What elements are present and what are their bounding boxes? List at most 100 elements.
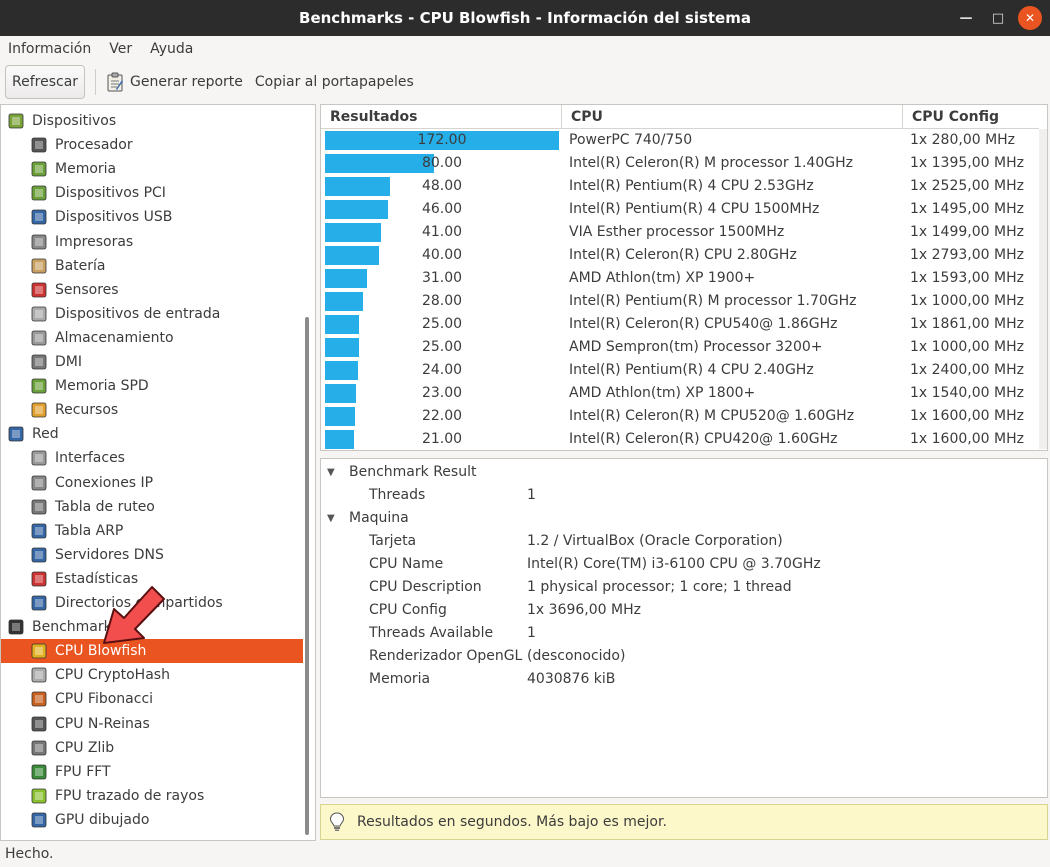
close-icon[interactable]: ✕ (1018, 6, 1042, 30)
statusbar: Hecho. (0, 841, 1050, 867)
maximize-icon[interactable]: □ (986, 6, 1010, 30)
dns-icon (29, 545, 49, 565)
sidebar-item-gpu-dibujado[interactable]: GPU dibujado (1, 808, 303, 832)
window-titlebar: Benchmarks - CPU Blowfish - Información … (0, 0, 1050, 36)
expander-icon[interactable]: ▼ (327, 461, 335, 484)
sidebar-item-tabla-arp[interactable]: Tabla ARP (1, 519, 303, 543)
table-row[interactable]: 25.00 AMD Sempron(tm) Processor 3200+ 1x 1… (321, 336, 1039, 359)
thermometer-icon (29, 280, 49, 300)
result-cpu: Intel(R) Celeron(R) M processor 1.40GHz (569, 155, 853, 171)
details-key: Threads (369, 487, 426, 503)
sidebar-item-recursos[interactable]: Recursos (1, 398, 303, 422)
sidebar-item-cpu-fibonacci[interactable]: CPU Fibonacci (1, 687, 303, 711)
expander-icon[interactable]: ▼ (327, 507, 335, 530)
details-row: Threads 1 (321, 484, 1021, 507)
details-key: CPU Config (369, 602, 447, 618)
result-value: 80.00 (421, 155, 463, 171)
copy-clipboard-label: Copiar al portapapeles (254, 74, 414, 90)
table-row[interactable]: 172.00 PowerPC 740/750 1x 280,00 MHz (321, 129, 1039, 152)
result-value: 31.00 (421, 270, 463, 286)
menu-ver[interactable]: Ver (109, 41, 132, 57)
details-row: Threads Available 1 (321, 622, 1021, 645)
generate-report-button[interactable]: Generar reporte (106, 72, 243, 92)
result-cpu: AMD Athlon(tm) XP 1800+ (569, 385, 756, 401)
menu-ayuda[interactable]: Ayuda (150, 41, 193, 57)
sidebar-item-fpu-fft[interactable]: FPU FFT (1, 760, 303, 784)
table-row[interactable]: 31.00 AMD Athlon(tm) XP 1900+ 1x 1593,00 M… (321, 267, 1039, 290)
sidebar-item-label: Servidores DNS (55, 546, 164, 563)
sidebar-item-impresoras[interactable]: Impresoras (1, 230, 303, 254)
result-cpu-config: 1x 1540,00 MHz (910, 385, 1024, 401)
copy-clipboard-button[interactable]: Copiar al portapapeles (255, 74, 414, 90)
sidebar-item-memoria-spd[interactable]: Memoria SPD (1, 374, 303, 398)
sidebar-item-interfaces[interactable]: Interfaces (1, 446, 303, 470)
result-cpu: AMD Sempron(tm) Processor 3200+ (569, 339, 823, 355)
table-row[interactable]: 46.00 Intel(R) Pentium(R) 4 CPU 1500MHz 1x… (321, 198, 1039, 221)
sidebar-item-sensores[interactable]: Sensores (1, 278, 303, 302)
result-cpu: Intel(R) Celeron(R) CPU420@ 1.60GHz (569, 431, 838, 447)
sidebar-item-label: CPU Zlib (55, 739, 115, 756)
table-row[interactable]: 41.00 VIA Esther processor 1500MHz 1x 1499… (321, 221, 1039, 244)
report-clipboard-icon (107, 72, 124, 92)
sidebar-item-cpu-cryptohash[interactable]: CPU CryptoHash (1, 663, 303, 687)
details-section-header[interactable]: ▼ Maquina (321, 507, 1021, 530)
sidebar-item-fpu-trazado-de-rayos[interactable]: FPU trazado de rayos (1, 784, 303, 808)
sidebar-item-memoria[interactable]: Memoria (1, 157, 303, 181)
sidebar-tree[interactable]: Dispositivos Procesador Memoria Dispositivo… (0, 104, 316, 841)
sidebar-item-bater-a[interactable]: Batería (1, 254, 303, 278)
results-scrollbar[interactable] (1039, 129, 1047, 449)
info-message: Resultados en segundos. Más bajo es mejo… (357, 814, 667, 830)
network-icon (6, 424, 26, 444)
column-header-cpu-config[interactable]: CPU Config (903, 105, 1039, 129)
sidebar-item-procesador[interactable]: Procesador (1, 133, 303, 157)
result-cpu-config: 1x 1499,00 MHz (910, 224, 1024, 240)
result-cpu-config: 1x 1000,00 MHz (910, 339, 1024, 355)
resources-icon (29, 400, 49, 420)
sidebar-item-tabla-de-ruteo[interactable]: Tabla de ruteo (1, 495, 303, 519)
sidebar-item-conexiones-ip[interactable]: Conexiones IP (1, 471, 303, 495)
details-value: 1x 3696,00 MHz (527, 602, 641, 618)
sidebar-item-label: Almacenamiento (55, 329, 174, 346)
sidebar-item-dispositivos-de-entrada[interactable]: Dispositivos de entrada (1, 302, 303, 326)
result-cpu-config: 1x 2793,00 MHz (910, 247, 1024, 263)
table-row[interactable]: 28.00 Intel(R) Pentium(R) M processor 1.7… (321, 290, 1039, 313)
column-header-results[interactable]: Resultados (321, 105, 562, 129)
sidebar-item-servidores-dns[interactable]: Servidores DNS (1, 543, 303, 567)
refresh-button[interactable]: Refrescar (5, 65, 86, 99)
column-header-cpu[interactable]: CPU (562, 105, 903, 129)
details-section-header[interactable]: ▼ Benchmark Result (321, 461, 1021, 484)
table-row[interactable]: 48.00 Intel(R) Pentium(R) 4 CPU 2.53GHz 1x… (321, 175, 1039, 198)
processor-icon (29, 135, 49, 155)
details-value: 1 (527, 625, 536, 641)
sidebar-item-dispositivos[interactable]: Dispositivos (1, 109, 303, 133)
sidebar-item-cpu-zlib[interactable]: CPU Zlib (1, 736, 303, 760)
sidebar-item-label: Sensores (55, 281, 119, 298)
table-row[interactable]: 24.00 Intel(R) Pentium(R) 4 CPU 2.40GHz 1x… (321, 359, 1039, 382)
sidebar-item-dispositivos-usb[interactable]: Dispositivos USB (1, 205, 303, 229)
minimize-icon[interactable]: — (954, 6, 978, 30)
result-value: 22.00 (421, 408, 463, 424)
sidebar-item-almacenamiento[interactable]: Almacenamiento (1, 326, 303, 350)
result-cpu-config: 1x 2525,00 MHz (910, 178, 1024, 194)
sidebar-item-label: CPU CryptoHash (55, 667, 170, 684)
table-row[interactable]: 23.00 AMD Athlon(tm) XP 1800+ 1x 1540,00 M… (321, 382, 1039, 405)
sidebar-item-label: FPU trazado de rayos (55, 787, 205, 804)
table-row[interactable]: 21.00 Intel(R) Celeron(R) CPU420@ 1.60GHz… (321, 428, 1039, 450)
table-row[interactable]: 25.00 Intel(R) Celeron(R) CPU540@ 1.86GHz… (321, 313, 1039, 336)
result-cpu-config: 1x 1000,00 MHz (910, 293, 1024, 309)
sidebar-item-dispositivos-pci[interactable]: Dispositivos PCI (1, 181, 303, 205)
sidebar-item-dmi[interactable]: DMI (1, 350, 303, 374)
sidebar-item-label: Dispositivos (32, 113, 117, 129)
result-value: 25.00 (421, 339, 463, 355)
sidebar-item-red[interactable]: Red (1, 422, 303, 446)
sidebar-item-cpu-n-reinas[interactable]: CPU N-Reinas (1, 712, 303, 736)
menu-informacion[interactable]: Información (8, 41, 91, 57)
details-value: Intel(R) Core(TM) i3-6100 CPU @ 3.70GHz (527, 556, 821, 572)
memory-icon (29, 159, 49, 179)
results-table[interactable]: Resultados CPU CPU Config 172.00 PowerPC … (320, 104, 1048, 451)
sidebar-scrollbar[interactable] (305, 317, 309, 835)
toolbar-separator (95, 69, 97, 95)
table-row[interactable]: 80.00 Intel(R) Celeron(R) M processor 1.4… (321, 152, 1039, 175)
table-row[interactable]: 40.00 Intel(R) Celeron(R) CPU 2.80GHz 1x 2… (321, 244, 1039, 267)
table-row[interactable]: 22.00 Intel(R) Celeron(R) M CPU520@ 1.60G… (321, 405, 1039, 428)
